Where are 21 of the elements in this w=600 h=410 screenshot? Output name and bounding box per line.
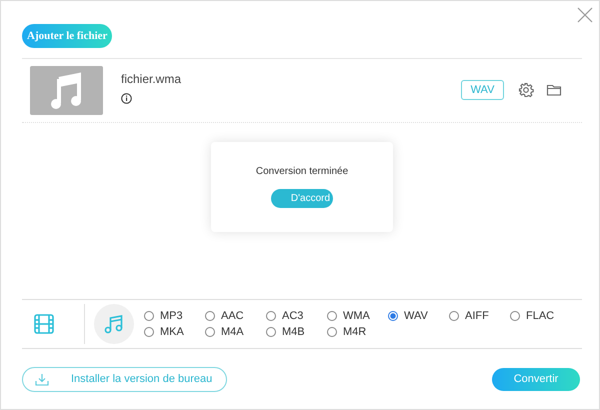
format-option[interactable]: M4A [205, 326, 266, 338]
file-name: fichier.wma [121, 72, 182, 86]
format-option[interactable]: WAV [388, 310, 449, 322]
info-icon[interactable] [121, 93, 132, 104]
format-option[interactable]: FLAC [510, 310, 571, 322]
format-option[interactable]: MP3 [144, 310, 205, 322]
music-note-icon [103, 313, 125, 335]
film-icon [33, 313, 55, 335]
format-option[interactable]: M4R [327, 326, 388, 338]
download-icon [35, 372, 49, 386]
music-thumbnail-icon [30, 66, 103, 114]
format-option[interactable]: WMA [327, 310, 388, 322]
folder-icon[interactable] [546, 82, 562, 98]
dialog-message: Conversion terminée [256, 166, 348, 177]
format-option[interactable]: M4B [266, 326, 327, 338]
format-option[interactable]: AC3 [266, 310, 327, 322]
settings-icon[interactable] [518, 82, 534, 98]
format-option[interactable]: AIFF [449, 310, 510, 322]
format-option[interactable]: MKA [144, 326, 205, 338]
format-option[interactable]: AAC [205, 310, 266, 322]
close-icon[interactable] [577, 7, 593, 23]
